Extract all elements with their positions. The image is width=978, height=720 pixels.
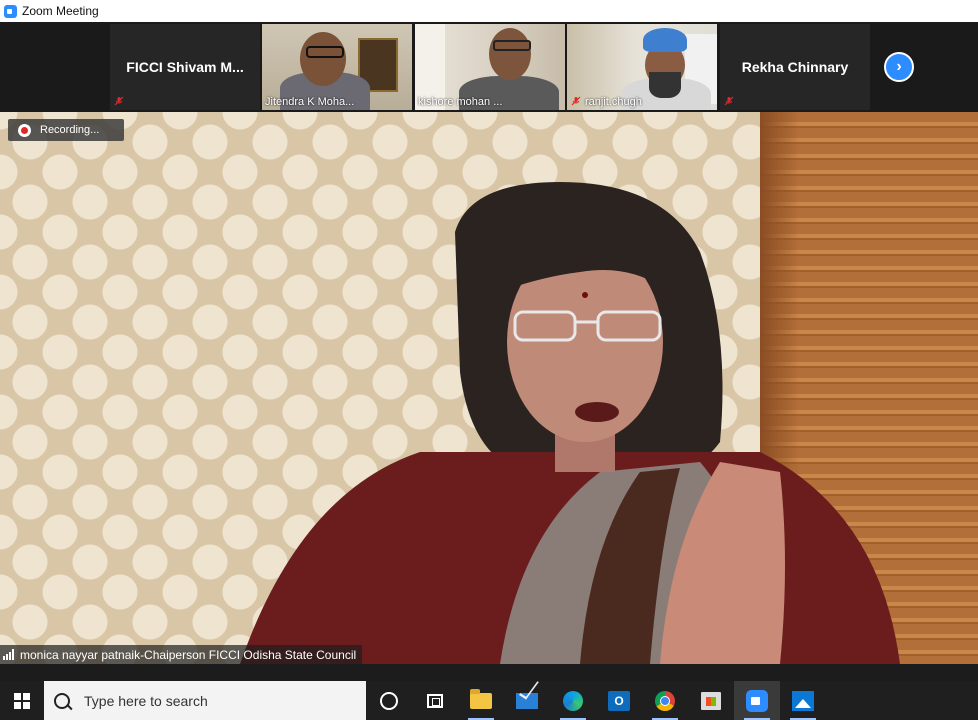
mail-icon	[516, 692, 538, 709]
participant-name: Rekha Chinnary	[741, 59, 849, 75]
speaker-figure	[240, 182, 900, 664]
mic-muted-icon	[724, 96, 734, 106]
edge-button[interactable]	[550, 681, 596, 720]
meeting-controls-strip	[0, 664, 978, 681]
record-icon	[18, 123, 31, 137]
zoom-taskbar-button[interactable]	[734, 681, 780, 720]
zoom-app-icon	[4, 4, 17, 18]
mail-button[interactable]	[504, 681, 550, 720]
chrome-button[interactable]	[642, 681, 688, 720]
participant-tile-3[interactable]: kishore mohan ...	[415, 24, 565, 110]
chevron-right-icon: ›	[896, 58, 902, 75]
participant-tile-5[interactable]: Rekha Chinnary	[720, 24, 870, 110]
participant-strip: FICCI Shivam M... Jitendra K Moha... kis…	[0, 22, 978, 112]
participant-name: ranjit.chugh	[585, 96, 642, 108]
active-speaker-name: monica nayyar patnaik-Chaiperson FICCI O…	[20, 647, 357, 662]
recording-indicator[interactable]: Recording...	[8, 119, 124, 141]
outlook-icon: O	[608, 690, 630, 711]
taskbar-search[interactable]	[44, 681, 366, 720]
participant-name: kishore mohan ...	[418, 96, 503, 108]
photos-icon	[792, 690, 814, 711]
next-participants-button[interactable]: ›	[884, 52, 914, 82]
active-speaker-video	[0, 112, 978, 664]
start-button[interactable]	[0, 681, 44, 720]
participant-name: Jitendra K Moha...	[265, 96, 355, 108]
search-icon	[50, 689, 74, 712]
zoom-icon	[746, 689, 768, 712]
chrome-icon	[655, 690, 675, 711]
window-title: Zoom Meeting	[22, 4, 99, 18]
participant-tile-2[interactable]: Jitendra K Moha...	[262, 24, 412, 110]
window-titlebar: Zoom Meeting	[0, 0, 978, 22]
store-icon	[701, 691, 721, 710]
store-button[interactable]	[688, 681, 734, 720]
recording-label: Recording...	[40, 124, 100, 136]
active-speaker-label: monica nayyar patnaik-Chaiperson FICCI O…	[0, 645, 363, 664]
cortana-button[interactable]	[366, 681, 412, 720]
mic-muted-icon	[114, 96, 124, 106]
windows-taskbar: O	[0, 681, 978, 720]
file-explorer-button[interactable]	[458, 681, 504, 720]
participant-tile-1[interactable]: FICCI Shivam M...	[110, 24, 260, 110]
task-view-icon	[427, 693, 443, 708]
participant-name: FICCI Shivam M...	[126, 59, 244, 75]
outlook-button[interactable]: O	[596, 681, 642, 720]
search-input[interactable]	[84, 692, 324, 709]
mic-muted-icon	[571, 96, 581, 106]
signal-strength-icon	[3, 649, 15, 660]
windows-logo-icon	[14, 692, 30, 709]
folder-icon	[470, 688, 492, 709]
task-view-button[interactable]	[412, 681, 458, 720]
edge-icon	[563, 690, 583, 711]
photos-button[interactable]	[780, 681, 826, 720]
participant-tile-4[interactable]: ranjit.chugh	[567, 24, 717, 110]
cortana-icon	[380, 691, 398, 710]
